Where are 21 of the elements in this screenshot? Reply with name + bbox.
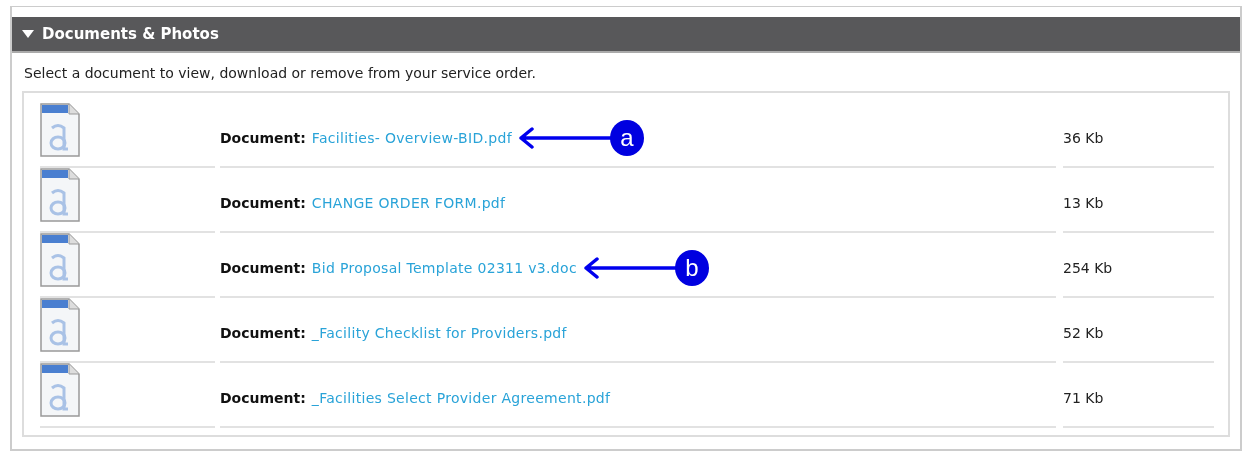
document-link[interactable]: _Facility Checklist for Providers.pdf: [311, 324, 567, 341]
document-file-icon: [40, 103, 80, 157]
file-size: 52 Kb: [1063, 324, 1104, 341]
file-size: 36 Kb: [1063, 129, 1104, 146]
document-entry: Document:: [220, 129, 306, 146]
document-link[interactable]: CHANGE ORDER FORM.pdf: [311, 194, 506, 211]
file-size: 71 Kb: [1063, 389, 1104, 406]
document-link[interactable]: _Facilities Select Provider Agreement.pdf: [311, 389, 611, 406]
document-link[interactable]: Bid Proposal Template 02311 v3.doc: [311, 259, 577, 276]
file-size: 254 Kb: [1063, 259, 1113, 276]
instruction-text: Select a document to view, download or remove from your service order.: [24, 65, 537, 81]
file-size: 13 Kb: [1063, 194, 1104, 211]
document-entry: Document:: [220, 194, 306, 211]
callout-badge: b: [674, 249, 709, 286]
document-link[interactable]: Facilities- Overview-BID.pdf: [311, 129, 512, 146]
document-entry: Document:: [220, 324, 306, 341]
document-entry: Document:: [220, 389, 306, 406]
panel-header[interactable]: Documents & Photos: [12, 17, 1240, 53]
callout-badge: a: [609, 119, 644, 156]
panel-title: Documents & Photos: [42, 25, 219, 43]
document-entry: Document:: [220, 259, 306, 276]
